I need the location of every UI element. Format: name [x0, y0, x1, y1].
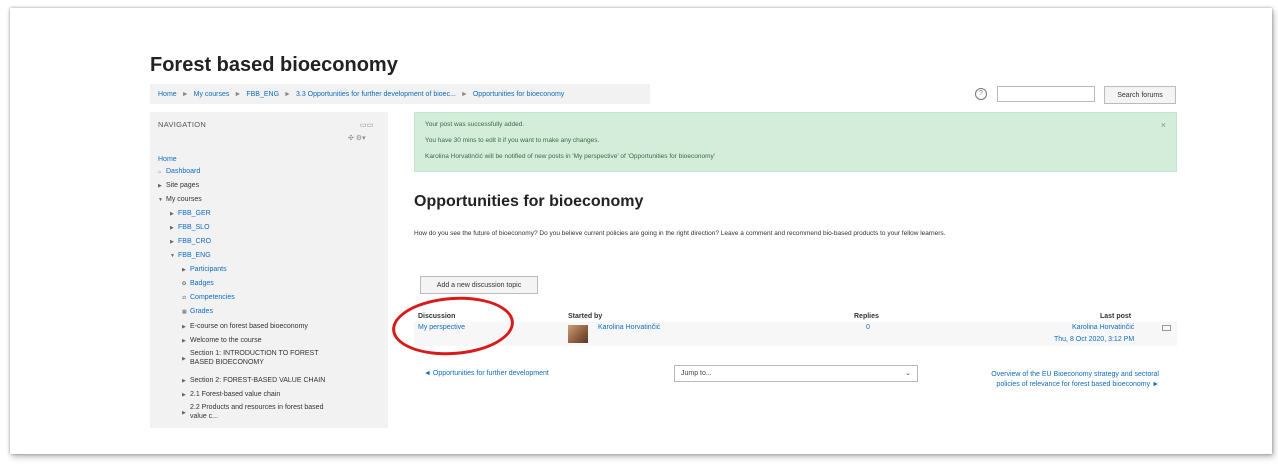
breadcrumb-separator: ►	[460, 90, 468, 98]
forum-title: Opportunities for bioeconomy	[414, 193, 644, 210]
competencies-icon: ⚖	[182, 295, 187, 301]
success-alert: Your post was successfully added. You ha…	[414, 112, 1177, 172]
add-discussion-button[interactable]: Add a new discussion topic	[420, 276, 538, 294]
subscribe-envelope-icon[interactable]	[1162, 325, 1171, 331]
jump-to-select[interactable]: Jump to... ⌄	[674, 365, 918, 382]
navigation-title: NAVIGATION	[158, 120, 207, 129]
collapsed-arrow-icon: ▶	[170, 239, 174, 245]
collapsed-arrow-icon: ▶	[182, 378, 186, 384]
breadcrumb-forum[interactable]: Opportunities for bioeconomy	[473, 91, 564, 98]
breadcrumb-course[interactable]: FBB_ENG	[246, 91, 279, 98]
avatar[interactable]	[568, 325, 588, 343]
nav-item-site-pages[interactable]: ▶ Site pages	[158, 181, 199, 191]
grades-table-icon: ▦	[182, 309, 187, 315]
nav-item-label: 2.2 Products and resources in forest bas…	[190, 404, 324, 411]
next-link-line2: policies of relevance for forest based b…	[996, 381, 1159, 388]
breadcrumb-section[interactable]: 3.3 Opportunities for further developmen…	[296, 91, 456, 98]
nav-item-fbb-ger[interactable]: ▶ FBB_GER	[170, 209, 211, 219]
alert-line: Your post was successfully added.	[425, 121, 525, 128]
nav-item-section[interactable]: ▶ Section 2: FOREST-BASED VALUE CHAIN	[182, 376, 325, 386]
nav-item-label: Grades	[190, 308, 213, 315]
nav-item-section[interactable]: ▶ Welcome to the course	[182, 336, 261, 346]
collapsed-arrow-icon: ▶	[182, 410, 186, 416]
nav-item-label: Dashboard	[166, 168, 201, 175]
nav-item-label-line2: value c...	[190, 413, 219, 420]
block-actions-gear-icon[interactable]: ✣ ⚙▾	[348, 134, 366, 142]
nav-item-competencies[interactable]: ⚖ Competencies	[182, 293, 235, 303]
collapsed-arrow-icon: ▶	[182, 356, 186, 362]
dashboard-icon: ⌂	[158, 169, 162, 175]
chevron-down-icon: ⌄	[905, 370, 911, 377]
started-by-link[interactable]: Karolina Horvatinčić	[598, 324, 660, 331]
breadcrumb-home[interactable]: Home	[158, 91, 177, 98]
expanded-arrow-icon: ▼	[158, 197, 163, 203]
collapsed-arrow-icon: ▶	[182, 338, 186, 344]
last-post-date[interactable]: Thu, 8 Oct 2020, 3:12 PM	[1054, 336, 1134, 343]
last-post-author[interactable]: Karolina Horvatinčić	[1072, 324, 1134, 331]
nav-item-label-line2: BASED BIOECONOMY	[190, 359, 264, 366]
breadcrumb-separator: ►	[284, 90, 291, 98]
nav-item-label: Welcome to the course	[190, 337, 262, 344]
nav-item-label: FBB_GER	[178, 210, 211, 217]
nav-item-label: Participants	[190, 266, 227, 273]
forum-intro: How do you see the future of bioeconomy?…	[414, 230, 946, 237]
nav-item-label: 2.1 Forest-based value chain	[190, 391, 281, 398]
nav-item-label: Competencies	[190, 294, 235, 301]
nav-item-fbb-slo[interactable]: ▶ FBB_SLO	[170, 223, 210, 233]
collapsed-arrow-icon: ▶	[182, 392, 186, 398]
close-icon[interactable]: ×	[1161, 120, 1166, 130]
nav-item-home[interactable]: Home	[158, 155, 177, 164]
nav-item-badges[interactable]: ✪ Badges	[182, 279, 214, 289]
next-link-line1: Overview of the EU Bioeconomy strategy a…	[991, 371, 1159, 378]
alert-line: Karolina Horvatinčić will be notified of…	[425, 153, 716, 160]
nav-item-fbb-eng[interactable]: ▼ FBB_ENG	[170, 251, 211, 261]
collapsed-arrow-icon: ▶	[170, 211, 174, 217]
help-icon[interactable]: ?	[975, 88, 987, 100]
nav-item-label: Badges	[190, 280, 214, 287]
previous-activity-link[interactable]: ◄ Opportunities for further development	[424, 370, 549, 377]
search-forums-input[interactable]	[997, 86, 1095, 102]
jump-to-value: Jump to...	[681, 370, 712, 377]
nav-item-my-courses[interactable]: ▼ My courses	[158, 195, 202, 205]
nav-item-label: Site pages	[166, 182, 200, 189]
collapsed-arrow-icon: ▶	[170, 225, 174, 231]
nav-item-section[interactable]: ▶ 2.2 Products and resources in forest ba…	[182, 403, 323, 421]
nav-item-fbb-cro[interactable]: ▶ FBB_CRO	[170, 237, 211, 247]
nav-item-label: FBB_CRO	[178, 238, 212, 245]
breadcrumb: Home ► My courses ► FBB_ENG ► 3.3 Opport…	[150, 84, 650, 104]
expanded-arrow-icon: ▼	[170, 253, 175, 259]
nav-item-label: My courses	[166, 196, 202, 203]
breadcrumb-my-courses[interactable]: My courses	[194, 91, 230, 98]
breadcrumb-separator: ►	[181, 90, 189, 98]
alert-line: You have 30 mins to edit it if you want …	[425, 137, 600, 144]
nav-item-label: Section 2: FOREST-BASED VALUE CHAIN	[190, 377, 326, 384]
collapsed-arrow-icon: ▶	[158, 183, 162, 189]
next-activity-link[interactable]: Overview of the EU Bioeconomy strategy a…	[945, 370, 1159, 390]
breadcrumb-separator: ►	[234, 90, 242, 98]
collapsed-arrow-icon: ▶	[182, 267, 186, 273]
header-replies: Replies	[854, 313, 879, 320]
site-title: Forest based bioeconomy	[150, 54, 398, 76]
header-started-by: Started by	[568, 313, 603, 320]
nav-item-participants[interactable]: ▶ Participants	[182, 265, 227, 275]
dock-icon[interactable]: ▭▭	[360, 121, 373, 129]
collapsed-arrow-icon: ▶	[182, 324, 186, 330]
nav-item-grades[interactable]: ▦ Grades	[182, 307, 213, 317]
nav-item-label: E-course on forest based bioeconomy	[190, 323, 308, 330]
nav-item-section[interactable]: ▶ Section 1: INTRODUCTION TO FOREST BASED …	[182, 349, 319, 367]
nav-item-label: Section 1: INTRODUCTION TO FOREST	[190, 350, 319, 357]
nav-item-section[interactable]: ▶ 2.1 Forest-based value chain	[182, 390, 280, 400]
navigation-block: NAVIGATION ▭▭ ✣ ⚙▾ Home ⌂ Dashboard ▶ Site…	[150, 112, 388, 428]
nav-item-dashboard[interactable]: ⌂ Dashboard	[158, 167, 200, 177]
nav-item-label: FBB_ENG	[178, 252, 211, 259]
search-forums-button[interactable]: Search forums	[1104, 86, 1176, 104]
replies-count[interactable]: 0	[866, 324, 870, 331]
nav-item-section[interactable]: ▶ E-course on forest based bioeconomy	[182, 322, 308, 332]
header-last-post: Last post	[1100, 313, 1132, 320]
badge-icon: ✪	[182, 281, 187, 287]
nav-item-label: FBB_SLO	[178, 224, 210, 231]
